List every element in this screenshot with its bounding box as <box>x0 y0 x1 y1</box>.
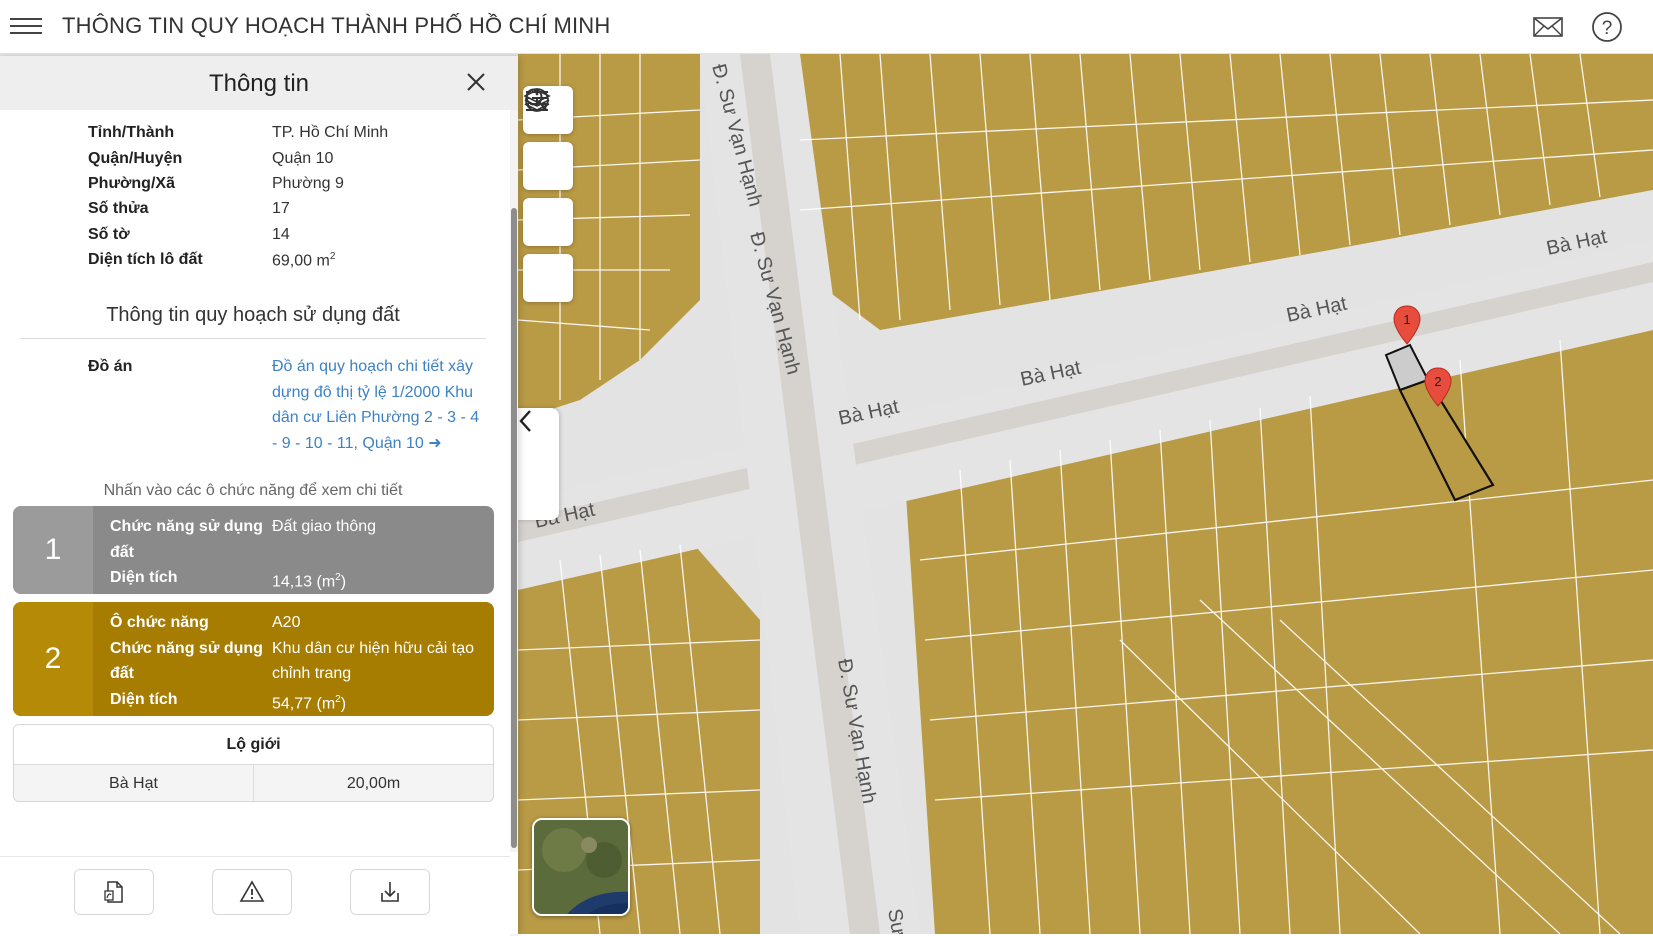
panel-header: Thông tin <box>0 56 518 110</box>
lo-gioi-street: Bà Hạt <box>109 775 158 792</box>
info-label: Quận/Huyện <box>88 150 183 167</box>
legend-button[interactable] <box>523 91 573 246</box>
card-label: Chức năng sử dụng đất <box>110 639 263 683</box>
card-value: A20 <box>272 614 301 631</box>
info-value: 69,00 m2 <box>272 251 336 270</box>
info-value: TP. Hồ Chí Minh <box>272 124 389 141</box>
satellite-thumbnail <box>534 820 628 914</box>
info-label: Tỉnh/Thành <box>88 124 175 141</box>
info-panel: Thông tin Tỉnh/Thành TP. Hồ Chí Minh Quậ… <box>0 56 518 936</box>
info-label: Số tờ <box>88 226 130 243</box>
divider <box>20 338 486 339</box>
info-icon <box>525 88 549 112</box>
card-label: Diện tích <box>110 569 178 586</box>
card-label: Ô chức năng <box>110 614 209 631</box>
card-number: 2 <box>13 602 93 716</box>
info-value: 14 <box>272 226 290 243</box>
panel-body: Tỉnh/Thành TP. Hồ Chí Minh Quận/Huyện Qu… <box>0 110 510 852</box>
card-label: Chức năng sử dụng đất <box>110 518 263 561</box>
report-issue-button[interactable] <box>212 869 292 915</box>
menu-icon[interactable] <box>10 13 42 39</box>
lo-gioi-table: Lộ giới Bà Hạt 20,00m <box>13 724 494 802</box>
marker-2-label: 2 <box>1434 374 1441 389</box>
lo-gioi-width: 20,00m <box>253 765 493 801</box>
panel-scrollbar[interactable] <box>510 110 518 852</box>
info-label: Diện tích lô đất <box>88 251 203 268</box>
lo-gioi-header: Lộ giới <box>14 725 493 765</box>
card-value: 54,77 (m2) <box>272 693 347 712</box>
top-bar: THÔNG TIN QUY HOẠCH THÀNH PHỐ HỒ CHÍ MIN… <box>0 0 1653 54</box>
map-controls <box>523 86 573 310</box>
info-value: 17 <box>272 200 290 217</box>
section-title: Thông tin quy hoạch sử dụng đất <box>106 304 400 326</box>
hint-text: Nhấn vào các ô chức năng để xem chi tiết <box>103 482 403 499</box>
card-label: Diện tích <box>110 690 178 708</box>
panel-title: Thông tin <box>208 70 310 97</box>
info-button[interactable] <box>523 88 573 302</box>
export-document-button[interactable] <box>74 869 154 915</box>
do-an-label: Đồ án <box>88 358 133 375</box>
street-label: Sư <box>883 907 909 934</box>
card-number: 1 <box>13 506 93 594</box>
card-value: Đất giao thông <box>272 518 377 535</box>
collapse-panel-button[interactable] <box>517 408 559 520</box>
satellite-basemap-toggle[interactable] <box>532 818 630 916</box>
mail-icon[interactable] <box>1531 10 1565 44</box>
info-value: Phường 9 <box>272 175 344 192</box>
function-card-2[interactable]: 2 Ô chức năng A20 Chức năng sử dụng đấtKh… <box>13 602 494 716</box>
info-label: Số thửa <box>88 200 149 217</box>
help-icon[interactable]: ? <box>1590 10 1624 44</box>
download-button[interactable] <box>350 869 430 915</box>
do-an-link[interactable]: Đồ án quy hoạch chi tiết xây dựng đô thị… <box>272 354 482 456</box>
document-icon <box>104 881 123 903</box>
card-value: Khu dân cư hiện hữu cải tạo chỉnh trang <box>272 639 474 683</box>
function-card-1[interactable]: 1 Chức năng sử dụng đất Đất giao thông Di… <box>13 506 494 594</box>
arrow-right-icon: ➜ <box>428 434 442 452</box>
warning-icon <box>239 880 265 902</box>
marker-1-label: 1 <box>1403 312 1410 327</box>
app-title: THÔNG TIN QUY HOẠCH THÀNH PHỐ HỒ CHÍ MIN… <box>62 13 611 38</box>
panel-footer <box>0 856 510 936</box>
svg-text:?: ? <box>1602 18 1613 39</box>
close-icon[interactable] <box>464 70 488 94</box>
download-icon <box>381 882 399 902</box>
info-value: Quận 10 <box>272 150 334 167</box>
layers-button[interactable] <box>523 89 573 190</box>
info-label: Phường/Xã <box>88 175 175 192</box>
card-value: 14,13 (m2) <box>272 572 347 591</box>
chevron-left-icon <box>519 410 531 432</box>
